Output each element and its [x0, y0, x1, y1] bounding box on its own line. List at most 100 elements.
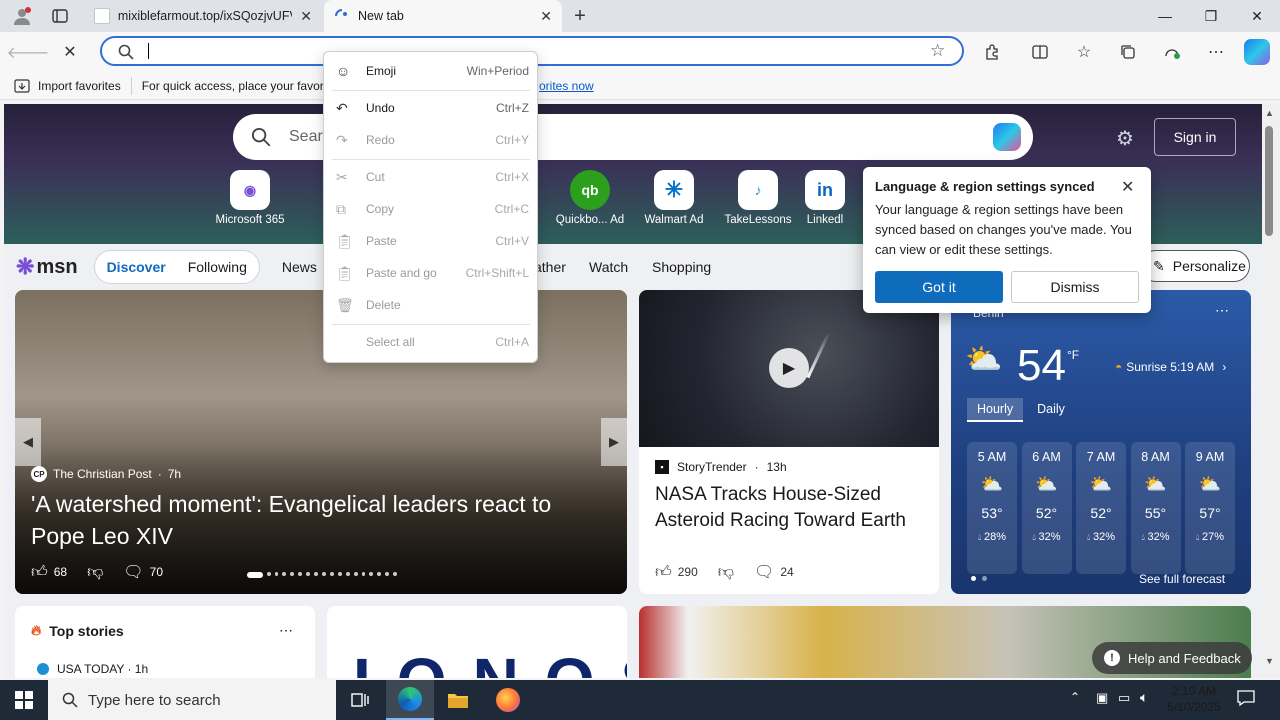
- carousel-next-button[interactable]: ▶: [601, 418, 627, 466]
- stop-loading-button[interactable]: ✕: [54, 36, 86, 68]
- play-video-icon[interactable]: ▶: [769, 348, 809, 388]
- carousel-indicator: [247, 572, 398, 578]
- copilot-icon[interactable]: [1244, 39, 1270, 65]
- paste-go-icon: 📋︎: [336, 264, 354, 281]
- close-window-button[interactable]: ✕: [1234, 0, 1280, 32]
- hourly-forecast-item[interactable]: 6 AM ⛅ 52° 💧︎ 32%: [1021, 442, 1072, 574]
- close-icon[interactable]: ✕: [1121, 177, 1134, 197]
- comment-icon[interactable]: 🗨︎: [123, 562, 143, 582]
- quick-link-quickbooks[interactable]: qb Quickbo... Ad: [548, 170, 632, 226]
- tab-hourly[interactable]: Hourly: [967, 398, 1024, 422]
- favorites-icon[interactable]: ☆: [1068, 36, 1100, 68]
- nav-watch[interactable]: Watch: [589, 259, 628, 275]
- hour-time: 7 AM: [1086, 450, 1116, 464]
- top-stories-header: 🔥︎ Top stories: [31, 622, 124, 639]
- tab-following[interactable]: Following: [188, 259, 247, 275]
- split-screen-icon[interactable]: [1024, 36, 1056, 68]
- firefox-icon[interactable]: [484, 680, 532, 720]
- weather-card[interactable]: Berlin ⋯ ⛅ 54 °F ◓ Sunrise 5:19 AM › Hou…: [951, 290, 1251, 594]
- performance-icon[interactable]: [1156, 36, 1188, 68]
- comment-icon[interactable]: 🗨︎: [754, 562, 774, 582]
- tab-active[interactable]: New tab ✕: [324, 0, 562, 32]
- hourly-forecast-item[interactable]: 8 AM ⛅ 55° 💧︎ 32%: [1130, 442, 1181, 574]
- settings-gear-icon[interactable]: ⚙: [1116, 126, 1134, 151]
- menu-item-undo[interactable]: ↶ Undo Ctrl+Z: [324, 93, 537, 123]
- hourly-forecast-item[interactable]: 5 AM ⛅ 53° 💧︎ 28%: [967, 442, 1017, 574]
- close-icon[interactable]: ✕: [300, 8, 312, 25]
- help-feedback-button[interactable]: ! Help and Feedback: [1092, 642, 1252, 674]
- nav-weather[interactable]: ather: [534, 259, 566, 275]
- taskbar-search-box[interactable]: Type here to search: [48, 680, 336, 720]
- settings-synced-popup: Language & region settings synced ✕ Your…: [863, 167, 1151, 313]
- scroll-down-icon[interactable]: ▼: [1265, 656, 1274, 666]
- collections-icon[interactable]: [1112, 36, 1144, 68]
- hero-headline[interactable]: 'A watershed moment': Evangelical leader…: [31, 488, 611, 552]
- extensions-icon[interactable]: [976, 36, 1008, 68]
- dislike-icon[interactable]: 👎︎: [718, 563, 734, 582]
- linkedin-icon: in: [805, 170, 845, 210]
- nav-news[interactable]: News: [282, 259, 317, 275]
- profile-icon[interactable]: [8, 4, 36, 28]
- temp-unit[interactable]: °F: [1067, 348, 1079, 362]
- carousel-prev-button[interactable]: ◀: [15, 418, 41, 466]
- show-hidden-icons[interactable]: ⌃: [1070, 690, 1080, 704]
- start-button[interactable]: [0, 680, 48, 720]
- story-headline[interactable]: NASA Tracks House-Sized Asteroid Racing …: [655, 482, 927, 534]
- close-icon[interactable]: ✕: [540, 8, 552, 25]
- more-options-icon[interactable]: ⋯: [1215, 302, 1229, 319]
- device-icon[interactable]: ▣: [1096, 690, 1108, 706]
- taskbar-search-placeholder: Type here to search: [88, 691, 221, 709]
- notifications-icon[interactable]: [1236, 688, 1258, 710]
- precip-value: 28%: [984, 531, 1007, 543]
- taskbar-clock[interactable]: 2:10 AM 5/10/2025: [1156, 683, 1232, 715]
- scroll-up-icon[interactable]: ▲: [1265, 108, 1274, 118]
- story-card[interactable]: ▶ ▪ StoryTrender · 13h NASA Tracks House…: [639, 290, 939, 594]
- quick-link-linkedin[interactable]: in Linkedl: [800, 170, 850, 226]
- feed-toggle: Discover Following: [93, 250, 260, 284]
- edge-taskbar-icon[interactable]: [386, 680, 434, 720]
- sign-in-button[interactable]: Sign in: [1154, 118, 1236, 156]
- top-stories-card[interactable]: 🔥︎ Top stories ⋯ USA TODAY · 1h: [15, 606, 315, 678]
- quick-link-label: Linkedl: [806, 214, 844, 226]
- weather-tabs: Hourly Daily: [967, 398, 1079, 422]
- file-explorer-icon[interactable]: [434, 680, 482, 720]
- manage-favorites-link[interactable]: orites now: [539, 79, 594, 93]
- quick-link-m365[interactable]: ◉ Microsoft 365: [208, 170, 292, 226]
- dislike-icon[interactable]: 👎︎: [87, 563, 103, 582]
- got-it-button[interactable]: Got it: [875, 271, 1003, 303]
- scrollbar-thumb[interactable]: [1265, 126, 1273, 236]
- import-favorites-button[interactable]: Import favorites: [14, 79, 121, 93]
- tab-discover[interactable]: Discover: [107, 259, 166, 275]
- quick-link-walmart[interactable]: ✳ Walmart Ad: [632, 170, 716, 226]
- sunrise-info[interactable]: ◓ Sunrise 5:19 AM ›: [1115, 360, 1226, 374]
- story-image: ▶: [639, 290, 939, 447]
- msn-logo[interactable]: ❋ msn: [16, 254, 78, 280]
- minimize-button[interactable]: —: [1142, 0, 1188, 32]
- hourly-forecast-item[interactable]: 9 AM ⛅ 57° 💧︎ 27%: [1185, 442, 1235, 574]
- new-tab-button[interactable]: +: [568, 4, 592, 28]
- tab-actions-icon[interactable]: [44, 4, 76, 28]
- restore-button[interactable]: ❐: [1188, 0, 1234, 32]
- copilot-icon[interactable]: [993, 123, 1021, 151]
- ad-card[interactable]: IONOS: [327, 606, 627, 678]
- personalize-button[interactable]: ✎ Personalize: [1140, 250, 1250, 282]
- network-icon[interactable]: ▭: [1118, 690, 1130, 706]
- tab-daily[interactable]: Daily: [1023, 398, 1079, 422]
- partly-cloudy-icon: ⛅: [1035, 474, 1058, 494]
- tab-inactive[interactable]: mixiblefarmout.top/ixSQozjvUFV ✕: [84, 0, 322, 32]
- hourly-forecast-item[interactable]: 7 AM ⛅ 52° 💧︎ 32%: [1076, 442, 1126, 574]
- quick-link-takelessons[interactable]: ♪ TakeLessons: [716, 170, 800, 226]
- nav-shopping[interactable]: Shopping: [652, 259, 711, 275]
- task-view-icon[interactable]: [336, 680, 384, 720]
- favorite-star-icon[interactable]: ☆: [930, 41, 945, 61]
- volume-icon[interactable]: 🔈︎: [1140, 689, 1148, 706]
- more-options-icon[interactable]: ⋯: [1200, 36, 1232, 68]
- back-button[interactable]: 🡐: [7, 36, 50, 68]
- see-forecast-link[interactable]: See full forecast: [1139, 572, 1225, 586]
- dismiss-button[interactable]: Dismiss: [1011, 271, 1139, 303]
- menu-item-emoji[interactable]: ☺ Emoji Win+Period: [324, 56, 537, 86]
- like-icon[interactable]: 👍︎: [31, 563, 48, 582]
- like-icon[interactable]: 👍︎: [655, 563, 672, 582]
- more-options-icon[interactable]: ⋯: [279, 622, 293, 639]
- hour-precip: 💧︎ 32%: [1131, 531, 1181, 543]
